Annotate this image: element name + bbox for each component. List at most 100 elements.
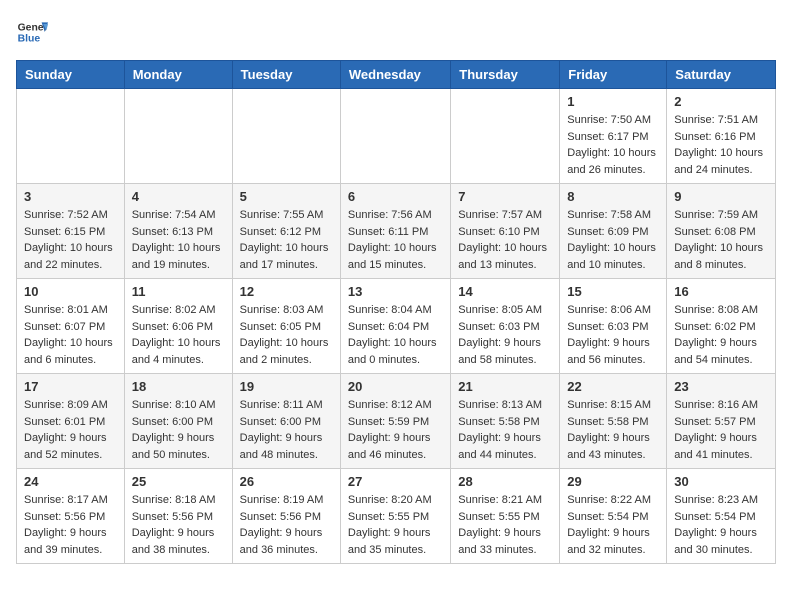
day-cell: 23 Sunrise: 8:16 AM Sunset: 5:57 PM Dayli… [667, 374, 776, 469]
day-cell: 5Sunrise: 7:55 AM Sunset: 6:12 PM Daylig… [232, 184, 340, 279]
day-cell: 2Sunrise: 7:51 AM Sunset: 6:16 PM Daylig… [667, 89, 776, 184]
day-number: 4 [132, 189, 225, 204]
day-info: Sunrise: 8:21 AM Sunset: 5:55 PM Dayligh… [458, 492, 552, 558]
calendar-table: SundayMondayTuesdayWednesdayThursdayFrid… [16, 60, 776, 564]
day-cell: 7Sunrise: 7:57 AM Sunset: 6:10 PM Daylig… [451, 184, 560, 279]
day-info: Sunrise: 8:13 AM Sunset: 5:58 PM Dayligh… [458, 397, 552, 463]
day-number: 23 [674, 379, 768, 394]
day-number: 19 [240, 379, 333, 394]
day-cell: 28 Sunrise: 8:21 AM Sunset: 5:55 PM Dayli… [451, 469, 560, 564]
day-info: Sunrise: 8:03 AM Sunset: 6:05 PM Dayligh… [240, 302, 333, 368]
page-header: General Blue [16, 16, 776, 48]
day-cell: 11 Sunrise: 8:02 AM Sunset: 6:06 PM Dayli… [124, 279, 232, 374]
weekday-header-thursday: Thursday [451, 61, 560, 89]
day-number: 8 [567, 189, 659, 204]
day-info: Sunrise: 8:05 AM Sunset: 6:03 PM Dayligh… [458, 302, 552, 368]
weekday-header-tuesday: Tuesday [232, 61, 340, 89]
day-info: Sunrise: 7:59 AM Sunset: 6:08 PM Dayligh… [674, 207, 768, 273]
day-info: Sunrise: 8:12 AM Sunset: 5:59 PM Dayligh… [348, 397, 443, 463]
weekday-header-sunday: Sunday [17, 61, 125, 89]
day-number: 22 [567, 379, 659, 394]
day-number: 10 [24, 284, 117, 299]
day-info: Sunrise: 8:11 AM Sunset: 6:00 PM Dayligh… [240, 397, 333, 463]
day-info: Sunrise: 7:57 AM Sunset: 6:10 PM Dayligh… [458, 207, 552, 273]
day-info: Sunrise: 7:50 AM Sunset: 6:17 PM Dayligh… [567, 112, 659, 178]
day-cell [232, 89, 340, 184]
day-cell: 9 Sunrise: 7:59 AM Sunset: 6:08 PM Daylig… [667, 184, 776, 279]
day-cell: 1 Sunrise: 7:50 AM Sunset: 6:17 PM Daylig… [560, 89, 667, 184]
day-cell: 29 Sunrise: 8:22 AM Sunset: 5:54 PM Dayli… [560, 469, 667, 564]
day-cell: 12 Sunrise: 8:03 AM Sunset: 6:05 PM Dayli… [232, 279, 340, 374]
week-row-1: 1 Sunrise: 7:50 AM Sunset: 6:17 PM Daylig… [17, 89, 776, 184]
day-info: Sunrise: 8:22 AM Sunset: 5:54 PM Dayligh… [567, 492, 659, 558]
day-cell [340, 89, 450, 184]
day-info: Sunrise: 8:04 AM Sunset: 6:04 PM Dayligh… [348, 302, 443, 368]
weekday-header-wednesday: Wednesday [340, 61, 450, 89]
day-number: 11 [132, 284, 225, 299]
day-cell: 14 Sunrise: 8:05 AM Sunset: 6:03 PM Dayli… [451, 279, 560, 374]
day-cell: 18Sunrise: 8:10 AM Sunset: 6:00 PM Dayli… [124, 374, 232, 469]
day-number: 24 [24, 474, 117, 489]
day-info: Sunrise: 8:08 AM Sunset: 6:02 PM Dayligh… [674, 302, 768, 368]
logo: General Blue [16, 16, 48, 48]
day-info: Sunrise: 7:56 AM Sunset: 6:11 PM Dayligh… [348, 207, 443, 273]
weekday-header-friday: Friday [560, 61, 667, 89]
day-cell: 22Sunrise: 8:15 AM Sunset: 5:58 PM Dayli… [560, 374, 667, 469]
day-info: Sunrise: 7:52 AM Sunset: 6:15 PM Dayligh… [24, 207, 117, 273]
day-info: Sunrise: 7:51 AM Sunset: 6:16 PM Dayligh… [674, 112, 768, 178]
day-cell: 24 Sunrise: 8:17 AM Sunset: 5:56 PM Dayli… [17, 469, 125, 564]
day-info: Sunrise: 8:19 AM Sunset: 5:56 PM Dayligh… [240, 492, 333, 558]
day-number: 14 [458, 284, 552, 299]
logo-icon: General Blue [16, 16, 48, 48]
day-number: 18 [132, 379, 225, 394]
day-info: Sunrise: 8:16 AM Sunset: 5:57 PM Dayligh… [674, 397, 768, 463]
day-cell: 30 Sunrise: 8:23 AM Sunset: 5:54 PM Dayli… [667, 469, 776, 564]
day-number: 15 [567, 284, 659, 299]
day-number: 29 [567, 474, 659, 489]
day-cell [17, 89, 125, 184]
day-cell: 10 Sunrise: 8:01 AM Sunset: 6:07 PM Dayli… [17, 279, 125, 374]
day-number: 28 [458, 474, 552, 489]
weekday-header-monday: Monday [124, 61, 232, 89]
day-number: 21 [458, 379, 552, 394]
day-number: 6 [348, 189, 443, 204]
day-number: 1 [567, 94, 659, 109]
day-cell: 17Sunrise: 8:09 AM Sunset: 6:01 PM Dayli… [17, 374, 125, 469]
day-cell: 16Sunrise: 8:08 AM Sunset: 6:02 PM Dayli… [667, 279, 776, 374]
day-cell [124, 89, 232, 184]
day-number: 12 [240, 284, 333, 299]
day-cell: 3 Sunrise: 7:52 AM Sunset: 6:15 PM Daylig… [17, 184, 125, 279]
day-cell: 4 Sunrise: 7:54 AM Sunset: 6:13 PM Daylig… [124, 184, 232, 279]
day-info: Sunrise: 8:17 AM Sunset: 5:56 PM Dayligh… [24, 492, 117, 558]
svg-text:Blue: Blue [18, 34, 41, 45]
day-cell: 21 Sunrise: 8:13 AM Sunset: 5:58 PM Dayli… [451, 374, 560, 469]
day-number: 20 [348, 379, 443, 394]
week-row-4: 17Sunrise: 8:09 AM Sunset: 6:01 PM Dayli… [17, 374, 776, 469]
day-cell: 20 Sunrise: 8:12 AM Sunset: 5:59 PM Dayli… [340, 374, 450, 469]
day-info: Sunrise: 7:58 AM Sunset: 6:09 PM Dayligh… [567, 207, 659, 273]
day-number: 5 [240, 189, 333, 204]
day-number: 3 [24, 189, 117, 204]
day-cell: 15 Sunrise: 8:06 AM Sunset: 6:03 PM Dayli… [560, 279, 667, 374]
day-info: Sunrise: 8:01 AM Sunset: 6:07 PM Dayligh… [24, 302, 117, 368]
week-row-5: 24 Sunrise: 8:17 AM Sunset: 5:56 PM Dayli… [17, 469, 776, 564]
day-info: Sunrise: 8:20 AM Sunset: 5:55 PM Dayligh… [348, 492, 443, 558]
day-info: Sunrise: 8:02 AM Sunset: 6:06 PM Dayligh… [132, 302, 225, 368]
week-row-2: 3 Sunrise: 7:52 AM Sunset: 6:15 PM Daylig… [17, 184, 776, 279]
day-cell: 25Sunrise: 8:18 AM Sunset: 5:56 PM Dayli… [124, 469, 232, 564]
day-cell: 27Sunrise: 8:20 AM Sunset: 5:55 PM Dayli… [340, 469, 450, 564]
week-row-3: 10 Sunrise: 8:01 AM Sunset: 6:07 PM Dayli… [17, 279, 776, 374]
weekday-header-row: SundayMondayTuesdayWednesdayThursdayFrid… [17, 61, 776, 89]
day-cell: 19 Sunrise: 8:11 AM Sunset: 6:00 PM Dayli… [232, 374, 340, 469]
day-info: Sunrise: 8:06 AM Sunset: 6:03 PM Dayligh… [567, 302, 659, 368]
day-info: Sunrise: 8:09 AM Sunset: 6:01 PM Dayligh… [24, 397, 117, 463]
day-info: Sunrise: 8:23 AM Sunset: 5:54 PM Dayligh… [674, 492, 768, 558]
day-info: Sunrise: 7:54 AM Sunset: 6:13 PM Dayligh… [132, 207, 225, 273]
day-number: 25 [132, 474, 225, 489]
day-number: 9 [674, 189, 768, 204]
day-cell: 6 Sunrise: 7:56 AM Sunset: 6:11 PM Daylig… [340, 184, 450, 279]
day-cell: 26Sunrise: 8:19 AM Sunset: 5:56 PM Dayli… [232, 469, 340, 564]
day-cell: 13Sunrise: 8:04 AM Sunset: 6:04 PM Dayli… [340, 279, 450, 374]
day-number: 30 [674, 474, 768, 489]
day-cell: 8 Sunrise: 7:58 AM Sunset: 6:09 PM Daylig… [560, 184, 667, 279]
